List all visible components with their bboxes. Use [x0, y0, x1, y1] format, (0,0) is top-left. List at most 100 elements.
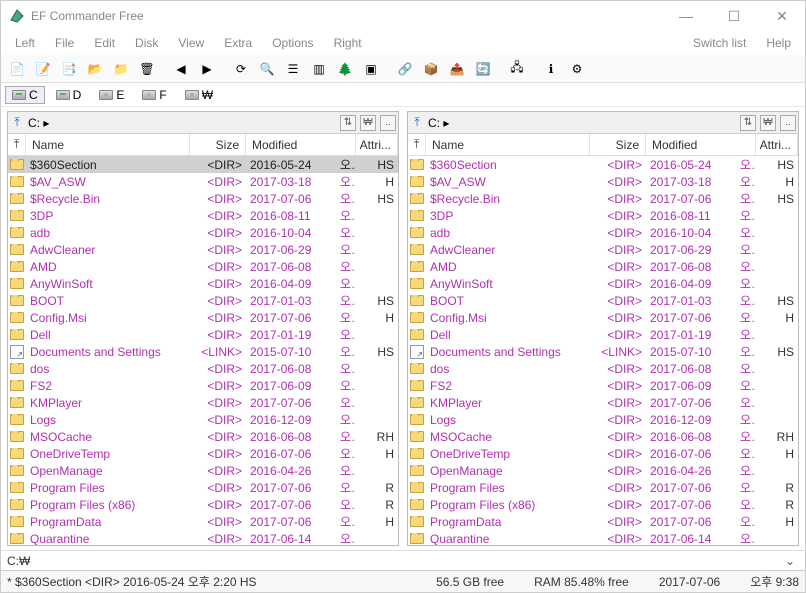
col-size[interactable]: Size — [590, 134, 646, 155]
table-row[interactable]: KMPlayer<DIR>2017-07-06오... — [8, 394, 398, 411]
folder-new-icon[interactable]: 📁 — [109, 58, 133, 80]
table-row[interactable]: adb<DIR>2016-10-04오... — [408, 224, 798, 241]
table-row[interactable]: $360Section<DIR>2016-05-24오...HS — [8, 156, 398, 173]
table-row[interactable]: Config.Msi<DIR>2017-07-06오...H — [8, 309, 398, 326]
menu-disk[interactable]: Disk — [127, 34, 166, 52]
drive-F[interactable]: F — [135, 86, 173, 104]
table-row[interactable]: Dell<DIR>2017-01-19오... — [8, 326, 398, 343]
link-icon[interactable]: 🔗 — [393, 58, 417, 80]
table-row[interactable]: Program Files<DIR>2017-07-06오...R — [8, 479, 398, 496]
delete-icon[interactable]: 🗑 — [135, 58, 159, 80]
table-row[interactable]: OpenManage<DIR>2016-04-26오... — [408, 462, 798, 479]
updir-icon[interactable]: .. — [780, 115, 796, 131]
copy-icon[interactable]: 📑 — [57, 58, 81, 80]
table-row[interactable]: BOOT<DIR>2017-01-03오...HS — [408, 292, 798, 309]
menu-view[interactable]: View — [170, 34, 212, 52]
up-icon[interactable]: ⤒ — [410, 116, 424, 130]
col-attr[interactable]: Attri... — [356, 134, 398, 155]
table-row[interactable]: KMPlayer<DIR>2017-07-06오... — [408, 394, 798, 411]
drive-D[interactable]: D — [49, 86, 89, 104]
menu-file[interactable]: File — [47, 34, 82, 52]
forward-icon[interactable]: ▶ — [195, 58, 219, 80]
menu-switch-list[interactable]: Switch list — [685, 34, 754, 52]
table-row[interactable]: Program Files (x86)<DIR>2017-07-06오...R — [8, 496, 398, 513]
table-row[interactable]: OneDriveTemp<DIR>2016-07-06오...H — [8, 445, 398, 462]
split-icon[interactable]: ▥ — [307, 58, 331, 80]
table-row[interactable]: 3DP<DIR>2016-08-11오... — [408, 207, 798, 224]
left-path-text[interactable]: C: ▸ — [28, 116, 336, 130]
col-up[interactable]: ⤒ — [8, 134, 26, 155]
table-row[interactable]: AdwCleaner<DIR>2017-06-29오... — [408, 241, 798, 258]
history-icon[interactable]: ⇅ — [740, 115, 756, 131]
unpack-icon[interactable]: 📤 — [445, 58, 469, 80]
menu-edit[interactable]: Edit — [86, 34, 123, 52]
table-row[interactable]: MSOCache<DIR>2016-06-08오...RH — [8, 428, 398, 445]
favorite-icon[interactable]: ₩ — [360, 115, 376, 131]
table-row[interactable]: 3DP<DIR>2016-08-11오... — [8, 207, 398, 224]
table-row[interactable]: AnyWinSoft<DIR>2016-04-09오... — [8, 275, 398, 292]
table-row[interactable]: $AV_ASW<DIR>2017-03-18오...H — [408, 173, 798, 190]
back-icon[interactable]: ◀ — [169, 58, 193, 80]
up-icon[interactable]: ⤒ — [10, 116, 24, 130]
table-row[interactable]: Quarantine<DIR>2017-06-14오... — [408, 530, 798, 545]
col-modified[interactable]: Modified — [246, 134, 356, 155]
table-row[interactable]: OpenManage<DIR>2016-04-26오... — [8, 462, 398, 479]
table-row[interactable]: Documents and Settings<LINK>2015-07-10오.… — [8, 343, 398, 360]
left-file-list[interactable]: $360Section<DIR>2016-05-24오...HS$AV_ASW<… — [8, 156, 398, 545]
table-row[interactable]: Dell<DIR>2017-01-19오... — [408, 326, 798, 343]
col-name[interactable]: Name — [26, 134, 190, 155]
table-row[interactable]: ProgramData<DIR>2017-07-06오...H — [408, 513, 798, 530]
edit-icon[interactable]: 📝 — [31, 58, 55, 80]
table-row[interactable]: OneDriveTemp<DIR>2016-07-06오...H — [408, 445, 798, 462]
move-icon[interactable]: 📂 — [83, 58, 107, 80]
cli-dropdown-icon[interactable]: ⌄ — [781, 554, 799, 568]
table-row[interactable]: Logs<DIR>2016-12-09오... — [408, 411, 798, 428]
table-row[interactable]: ProgramData<DIR>2017-07-06오...H — [8, 513, 398, 530]
console-icon[interactable]: ▣ — [359, 58, 383, 80]
menu-extra[interactable]: Extra — [216, 34, 260, 52]
right-path-text[interactable]: C: ▸ — [428, 116, 736, 130]
cli-input[interactable] — [34, 554, 781, 568]
table-row[interactable]: Quarantine<DIR>2017-06-14오... — [8, 530, 398, 545]
table-row[interactable]: Program Files<DIR>2017-07-06오...R — [408, 479, 798, 496]
details-icon[interactable]: ☰ — [281, 58, 305, 80]
menu-options[interactable]: Options — [264, 34, 321, 52]
search-icon[interactable]: 🔍 — [255, 58, 279, 80]
info-icon[interactable]: ℹ — [539, 58, 563, 80]
table-row[interactable]: Documents and Settings<LINK>2015-07-10오.… — [408, 343, 798, 360]
drive-C[interactable]: C — [5, 86, 45, 104]
col-modified[interactable]: Modified — [646, 134, 756, 155]
table-row[interactable]: AMD<DIR>2017-06-08오... — [408, 258, 798, 275]
pack-icon[interactable]: 📦 — [419, 58, 443, 80]
table-row[interactable]: Program Files (x86)<DIR>2017-07-06오...R — [408, 496, 798, 513]
table-row[interactable]: $360Section<DIR>2016-05-24오...HS — [408, 156, 798, 173]
favorite-icon[interactable]: ₩ — [760, 115, 776, 131]
history-icon[interactable]: ⇅ — [340, 115, 356, 131]
table-row[interactable]: dos<DIR>2017-06-08오... — [408, 360, 798, 377]
table-row[interactable]: MSOCache<DIR>2016-06-08오...RH — [408, 428, 798, 445]
updir-icon[interactable]: .. — [380, 115, 396, 131]
table-row[interactable]: Config.Msi<DIR>2017-07-06오...H — [408, 309, 798, 326]
menu-right[interactable]: Right — [326, 34, 370, 52]
tree-icon[interactable]: 🌲 — [333, 58, 357, 80]
close-button[interactable]: ✕ — [767, 6, 797, 26]
menu-left[interactable]: Left — [7, 34, 43, 52]
table-row[interactable]: adb<DIR>2016-10-04오... — [8, 224, 398, 241]
table-row[interactable]: BOOT<DIR>2017-01-03오...HS — [8, 292, 398, 309]
table-row[interactable]: AdwCleaner<DIR>2017-06-29오... — [8, 241, 398, 258]
table-row[interactable]: AMD<DIR>2017-06-08오... — [8, 258, 398, 275]
right-file-list[interactable]: $360Section<DIR>2016-05-24오...HS$AV_ASW<… — [408, 156, 798, 545]
network-icon[interactable]: 🖧 — [505, 58, 529, 80]
refresh-icon[interactable]: ⟳ — [229, 58, 253, 80]
drive-₩[interactable]: ₩ — [178, 86, 220, 104]
col-size[interactable]: Size — [190, 134, 246, 155]
settings-icon[interactable]: ⚙ — [565, 58, 589, 80]
new-icon[interactable]: 📄 — [5, 58, 29, 80]
menu-help[interactable]: Help — [758, 34, 799, 52]
sync-icon[interactable]: 🔄 — [471, 58, 495, 80]
minimize-button[interactable]: — — [671, 6, 701, 26]
col-name[interactable]: Name — [426, 134, 590, 155]
table-row[interactable]: AnyWinSoft<DIR>2016-04-09오... — [408, 275, 798, 292]
table-row[interactable]: FS2<DIR>2017-06-09오... — [408, 377, 798, 394]
table-row[interactable]: dos<DIR>2017-06-08오... — [8, 360, 398, 377]
